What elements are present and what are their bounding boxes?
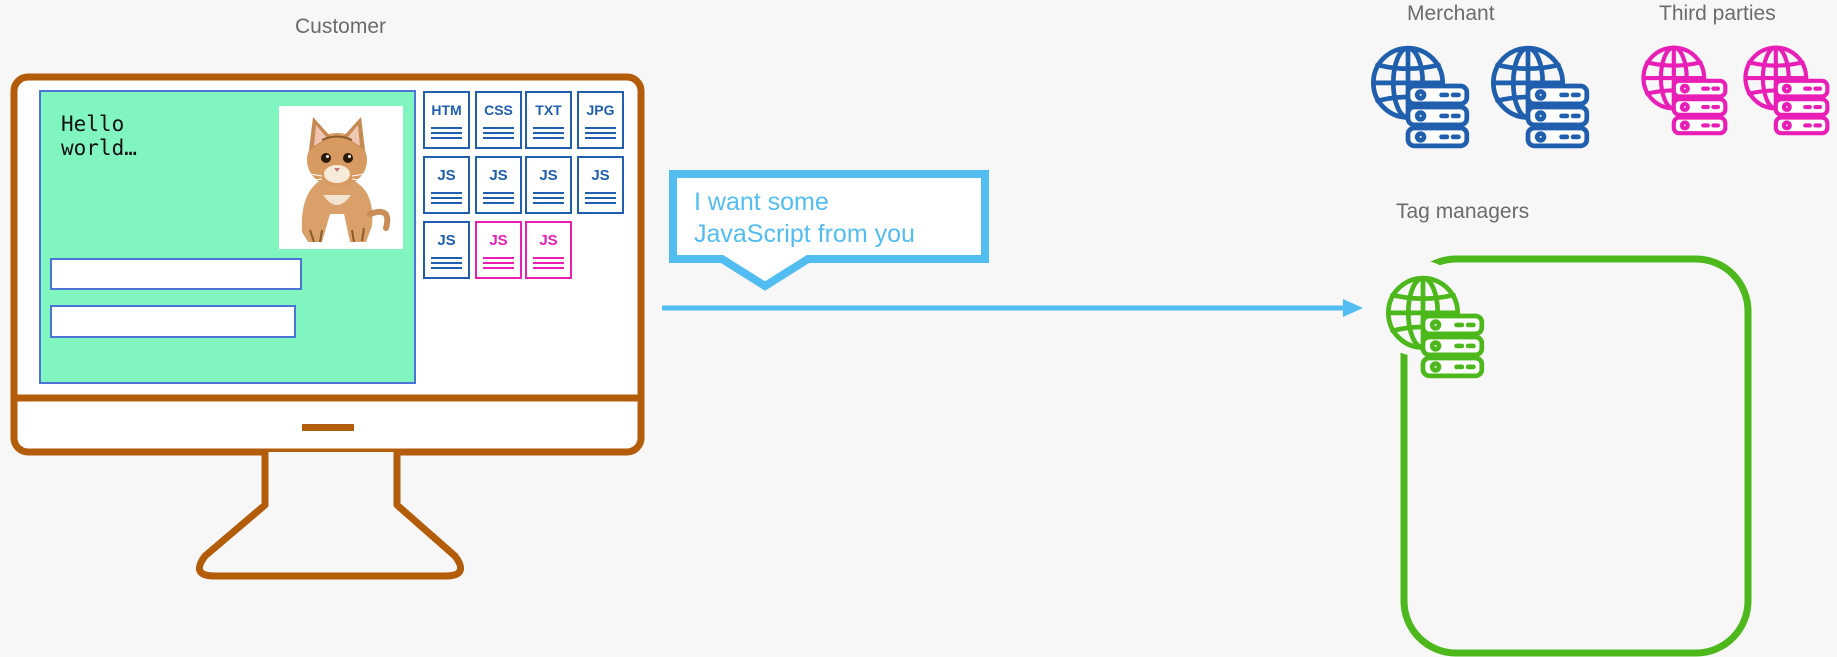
file-type-label: JS — [437, 167, 455, 184]
globe-server-icon — [1493, 48, 1586, 146]
hello-text-line2: world… — [61, 136, 137, 160]
file-icon: JS — [423, 221, 470, 279]
file-icon: JPG — [577, 91, 624, 149]
file-icon: TXT — [525, 91, 572, 149]
speech-bubble-line1: I want some — [694, 188, 829, 216]
file-icon: JS — [525, 156, 572, 214]
text-input-field[interactable] — [50, 305, 296, 338]
file-type-label: CSS — [484, 102, 513, 118]
file-type-label: JS — [489, 167, 507, 184]
file-type-label: JS — [539, 232, 557, 249]
file-icon: JS — [475, 156, 522, 214]
text-input-field[interactable] — [50, 258, 302, 290]
diagram-canvas: Hello world… HTM CSS TXT JPGJS JS JS JSJS JS JS … — [10, 0, 1837, 657]
file-type-label: TXT — [535, 102, 562, 118]
file-type-label: JS — [437, 232, 455, 249]
monitor-power-indicator — [302, 424, 354, 431]
file-icon: JS — [423, 156, 470, 214]
globe-server-icon — [1373, 48, 1466, 146]
file-type-label: JPG — [586, 102, 614, 118]
speech-bubble: I want some JavaScript from you — [669, 170, 989, 291]
hello-text-line1: Hello — [61, 112, 124, 136]
request-arrow — [662, 299, 1363, 317]
file-icon: JS — [475, 221, 522, 279]
file-type-label: JS — [489, 232, 507, 249]
file-icon: JS — [577, 156, 624, 214]
globe-server-icon — [1745, 48, 1827, 134]
globe-server-icon — [1643, 48, 1725, 134]
speech-bubble-line2: JavaScript from you — [694, 220, 915, 248]
file-type-label: JS — [591, 167, 609, 184]
file-icon: CSS — [475, 91, 522, 149]
file-type-label: JS — [539, 167, 557, 184]
monitor-stand — [195, 452, 465, 580]
kitten-image — [279, 106, 403, 249]
file-type-label: HTM — [431, 102, 461, 118]
file-icon: JS — [525, 221, 572, 279]
file-icon: HTM — [423, 91, 470, 149]
